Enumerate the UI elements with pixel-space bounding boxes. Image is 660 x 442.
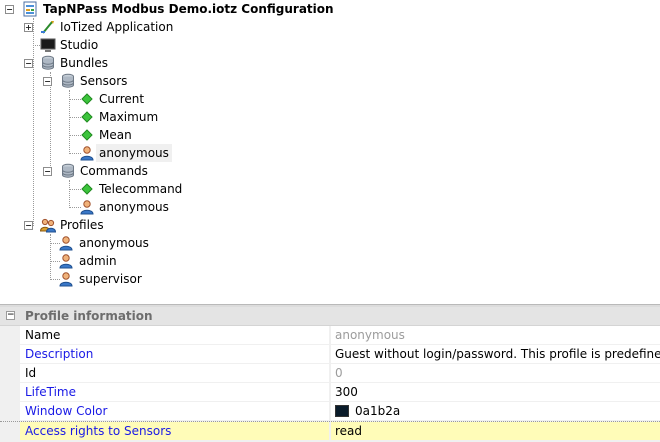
- tree-label-profile-admin: admin: [79, 254, 117, 268]
- tree-label-profile-supervisor: supervisor: [79, 272, 142, 286]
- tree-label-studio: Studio: [60, 38, 99, 52]
- property-name: Window Color: [20, 402, 330, 421]
- tree-label-profile-anonymous: anonymous: [79, 236, 149, 250]
- tree-label-profiles: Profiles: [60, 218, 104, 232]
- property-value[interactable]: read: [331, 422, 660, 441]
- color-swatch: [335, 404, 349, 417]
- user-icon: [59, 272, 73, 287]
- property-row-name[interactable]: Name anonymous: [0, 326, 660, 345]
- users-group-icon: [40, 218, 56, 233]
- property-row-description[interactable]: Description Guest without login/password…: [0, 345, 660, 364]
- tree-label-maximum: Maximum: [99, 110, 159, 124]
- config-file-icon: [23, 1, 37, 17]
- green-diamond-icon: [81, 129, 93, 141]
- section-title: Profile information: [25, 309, 153, 323]
- collapse-toggle[interactable]: −: [43, 77, 52, 86]
- tree-label-bundles: Bundles: [60, 56, 109, 70]
- property-name: Access rights to Sensors: [20, 422, 330, 441]
- expand-toggle[interactable]: +: [24, 23, 33, 32]
- tree-label-root: TapNPass Modbus Demo.iotz Configuration: [43, 2, 334, 16]
- tree-label-telecommand: Telecommand: [99, 182, 183, 196]
- app-pen-icon: [41, 21, 54, 34]
- green-diamond-icon: [81, 93, 93, 105]
- color-value: 0a1b2a: [355, 404, 401, 418]
- user-icon: [59, 254, 73, 269]
- collapse-toggle[interactable]: −: [43, 167, 52, 176]
- property-name: Id: [20, 364, 330, 383]
- collapse-toggle[interactable]: −: [5, 5, 14, 14]
- property-value: 0: [331, 364, 660, 383]
- tree-label-commands-anonymous: anonymous: [99, 200, 169, 214]
- tree-label-commands: Commands: [80, 164, 148, 178]
- configuration-tree: − TapNPass Modbus Demo.iotz Configuratio…: [0, 0, 660, 304]
- green-diamond-icon: [81, 183, 93, 195]
- property-value[interactable]: Guest without login/password. This profi…: [331, 345, 660, 364]
- tree-label-current: Current: [99, 92, 145, 106]
- collapse-section-icon[interactable]: −: [6, 311, 15, 320]
- property-name: LifeTime: [20, 383, 330, 402]
- user-icon: [80, 200, 94, 215]
- property-name: Name: [20, 326, 330, 345]
- database-icon: [62, 163, 74, 178]
- collapse-toggle[interactable]: −: [24, 59, 33, 68]
- collapse-toggle[interactable]: −: [24, 221, 33, 230]
- tree-label-sensors-anonymous: anonymous: [96, 144, 172, 162]
- database-icon: [62, 73, 74, 88]
- database-icon: [42, 55, 54, 70]
- property-row-id[interactable]: Id 0: [0, 364, 660, 383]
- green-diamond-icon: [81, 111, 93, 123]
- property-value[interactable]: 300: [331, 383, 660, 402]
- user-icon: [80, 146, 94, 161]
- tree-label-iotized-application: IoTized Application: [60, 20, 174, 34]
- user-icon: [59, 236, 73, 251]
- property-row-lifetime[interactable]: LifeTime 300: [0, 383, 660, 402]
- tree-label-mean: Mean: [99, 128, 132, 142]
- monitor-icon: [40, 38, 56, 52]
- property-row-access-rights[interactable]: Access rights to Sensors read: [0, 421, 660, 441]
- property-row-window-color[interactable]: Window Color 0a1b2a: [0, 402, 660, 421]
- section-header[interactable]: − Profile information: [0, 307, 660, 326]
- property-value[interactable]: 0a1b2a: [331, 402, 660, 421]
- property-grid: − Profile information Name anonymous Des…: [0, 307, 660, 442]
- property-value: anonymous: [331, 326, 660, 345]
- property-name: Description: [20, 345, 330, 364]
- tree-label-sensors: Sensors: [80, 74, 128, 88]
